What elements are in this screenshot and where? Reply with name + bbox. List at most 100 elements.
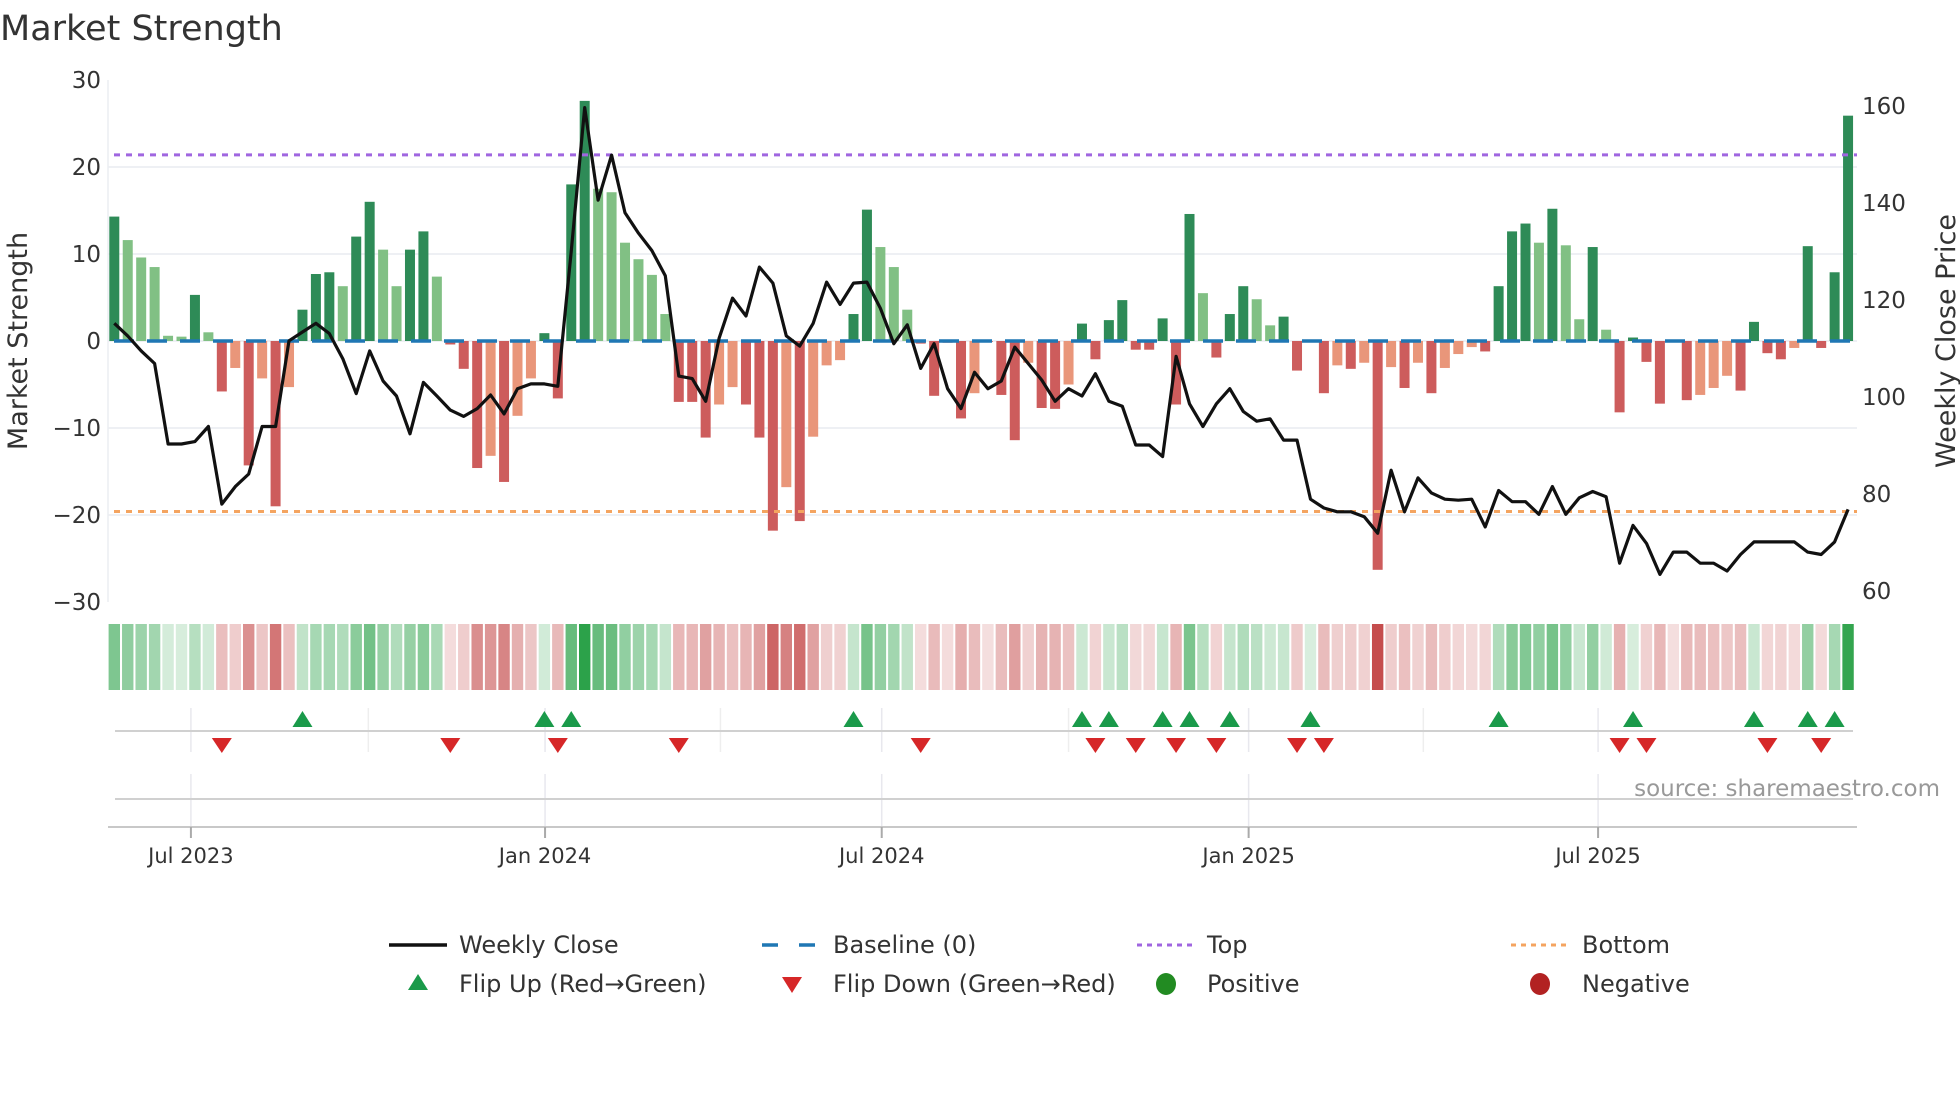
y-tick-label: 20 [72,155,101,181]
strength-bar [1654,341,1665,404]
legend-item-bottom[interactable]: Bottom [1511,931,1670,959]
legend-item-baseline[interactable]: Baseline (0) [762,931,976,959]
strip-cell [363,624,376,690]
right-y-ticks: 160 140 120 100 80 60 [1862,94,1906,605]
strip-cell [1385,624,1397,690]
legend-item-negative[interactable]: Negative [1530,970,1690,998]
flip-down-marker [1636,738,1657,753]
strip-cell [1492,624,1505,690]
y-axis-title: Market Strength [3,232,34,450]
flip-down-marker [1206,738,1227,753]
strength-bar [767,341,778,531]
strip-cell [1506,624,1518,690]
strip-cell [1452,624,1464,690]
legend-item-positive[interactable]: Positive [1156,970,1300,998]
strength-bar [136,257,147,341]
strip-cell [1533,624,1545,690]
strength-bar [888,267,899,341]
strength-bar [1816,341,1827,348]
strip-cell [1573,624,1585,690]
legend-item-top[interactable]: Top [1137,931,1248,959]
strip-cell [753,624,766,690]
strength-bar [525,341,536,379]
flip-up-marker [1623,711,1644,727]
y-tick-label: −10 [52,416,101,442]
strip-cell [1439,624,1451,690]
left-y-ticks: 30 20 10 0 −10 −20 −30 [52,68,101,616]
legend-label: Flip Up (Red→Green) [459,970,707,998]
flip-up-marker [1098,711,1119,727]
strip-cell [1331,624,1344,690]
strength-bar [243,341,254,466]
strength-bar [1211,341,1222,358]
strength-bar [1722,341,1733,376]
flip-down-marker [1125,738,1146,753]
flip-up-marker [534,711,555,727]
strip-cell [1103,624,1115,690]
strip-cell [605,624,618,690]
strip-cell [1156,624,1169,690]
strip-cell [1035,624,1048,690]
strip-cell [794,624,806,690]
strip-cell [538,624,551,690]
strip-cell [1546,624,1559,690]
strip-cell [1466,624,1478,690]
strip-cell [1828,624,1841,690]
strength-bar [391,286,402,341]
strip-cell [740,624,752,690]
strength-bar [216,341,227,392]
legend-item-flip-down[interactable]: Flip Down (Green→Red) [782,970,1116,998]
strength-bar [1775,341,1786,360]
flip-up-marker [1824,711,1845,727]
legend-item-flip-up[interactable]: Flip Up (Red→Green) [408,970,707,998]
strip-cell [673,624,685,690]
strength-bar [1265,325,1276,341]
strip-cell [471,624,483,690]
circle-icon [1156,973,1176,995]
strip-cell [1654,624,1666,690]
y2-axis-title: Weekly Close Price [1931,214,1960,468]
y-tick-label: −30 [52,590,101,616]
strength-bar [364,201,375,341]
legend-label: Top [1206,931,1248,959]
strength-bar [149,267,160,341]
strength-bar [1359,341,1370,363]
strip-cell [646,624,658,690]
flip-up-marker [843,711,864,727]
strength-bar [1386,341,1397,368]
flip-up-marker [1743,711,1764,727]
strength-bar [660,314,671,341]
strip-cell [982,624,994,690]
strip-cell [216,624,228,690]
flip-down-marker [1609,738,1630,753]
strip-cell [135,624,147,690]
strength-bar [1802,246,1813,341]
x-tick-label: Jul 2025 [1553,844,1640,868]
strip-cell [108,624,120,690]
strip-cell [1761,624,1774,690]
strip-cell [269,624,282,690]
flip-up-marker [1152,711,1173,727]
strip-cell [525,624,537,690]
strip-cell [915,624,927,690]
strip-cell [874,624,887,690]
strip-cell [1412,624,1424,690]
strip-cell [1479,624,1491,690]
source-label: source: sharemaestro.com [1634,776,1940,802]
strength-bar [593,188,604,341]
strength-bar [1507,231,1518,341]
strip-cell [1224,624,1236,690]
legend-item-weekly-close[interactable]: Weekly Close [389,931,619,959]
strength-bar [1762,341,1773,354]
circle-icon [1530,973,1550,995]
strength-bar [1453,341,1464,355]
strength-bar [1412,341,1423,363]
strip-cell [1425,624,1438,690]
strength-bars [109,100,1854,570]
strip-cell [148,624,161,690]
strip-cell [1089,624,1102,690]
strength-bar [1641,341,1652,362]
strength-bar [351,236,362,341]
strength-bar [1224,314,1235,341]
legend: Weekly Close Baseline (0) Top Bottom Fli… [389,931,1690,998]
